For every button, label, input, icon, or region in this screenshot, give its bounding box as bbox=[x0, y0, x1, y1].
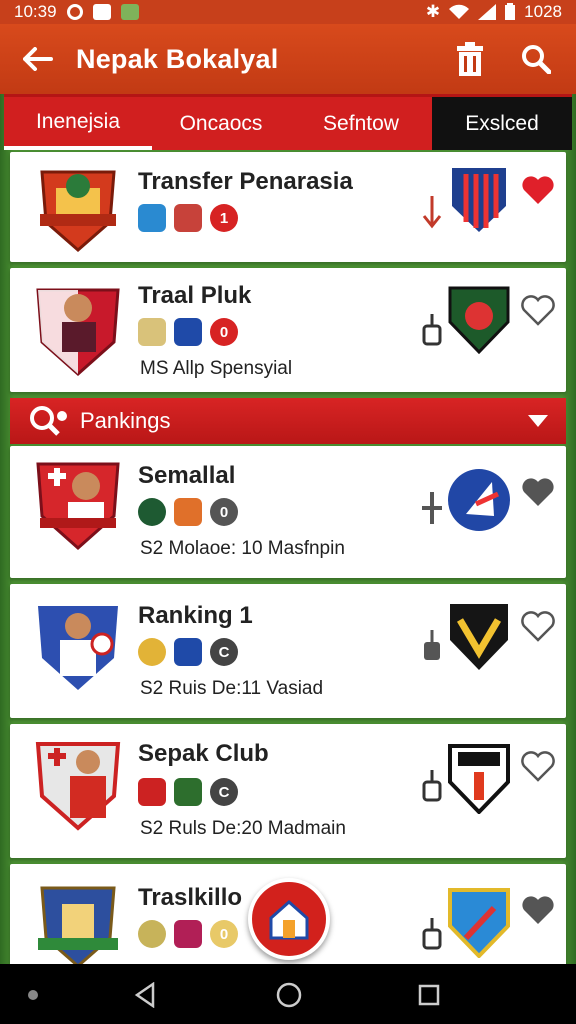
search-pin-icon bbox=[30, 406, 67, 436]
heart-icon[interactable] bbox=[520, 292, 556, 328]
tab-inenejsia[interactable]: Inenejsia bbox=[4, 97, 152, 150]
card-title: Traslkillo bbox=[138, 884, 243, 911]
tab-sefntow[interactable]: Sefntow bbox=[290, 97, 432, 150]
heart-icon[interactable] bbox=[520, 892, 556, 928]
notification-icon bbox=[66, 4, 83, 20]
nav-dot-icon bbox=[28, 990, 38, 1000]
page-title: Nepak Bokalyal bbox=[76, 43, 279, 74]
app-notification-icon bbox=[92, 4, 111, 20]
crest-badge-icon bbox=[174, 204, 202, 232]
heart-icon[interactable] bbox=[520, 608, 556, 644]
lever-icon[interactable] bbox=[418, 194, 446, 230]
status-time: 10:39 bbox=[14, 2, 57, 21]
club-logo-icon bbox=[448, 469, 510, 531]
bluetooth-icon: ✱ bbox=[425, 2, 441, 21]
app-bar: Nepak Bokalyal bbox=[0, 24, 576, 94]
trash-icon bbox=[457, 42, 483, 76]
nav-back-button[interactable] bbox=[128, 980, 162, 1010]
card-title: Sepak Club bbox=[138, 740, 269, 767]
list-item[interactable]: Semallal 0 S2 Molaoe: 10 Masfnpin bbox=[10, 446, 566, 578]
heart-icon[interactable] bbox=[520, 172, 556, 208]
section-title: Pankings bbox=[80, 408, 171, 433]
emblem-badge-icon bbox=[138, 920, 166, 948]
battery-level: 1028 bbox=[524, 2, 562, 21]
chevron-down-icon[interactable] bbox=[526, 413, 550, 429]
count-badge: 1 bbox=[210, 204, 238, 232]
card-subtitle: S2 Ruls De:20 Madmain bbox=[140, 818, 346, 839]
lever-icon[interactable] bbox=[418, 490, 446, 526]
status-bar: 10:39 ✱ 1028 bbox=[0, 0, 576, 24]
club-crest-icon bbox=[38, 886, 118, 968]
club-logo-icon bbox=[448, 286, 510, 354]
list-item[interactable]: Ranking 1 C S2 Ruis De:11 Vasiad bbox=[10, 584, 566, 718]
tab-bar: Inenejsia Oncaocs Sefntow Exslced bbox=[4, 94, 572, 150]
club-crest-icon bbox=[40, 170, 116, 252]
section-header[interactable]: Pankings bbox=[10, 398, 566, 444]
card-title: Traal Pluk bbox=[138, 282, 252, 309]
list-item[interactable]: Transfer Penarasia 1 bbox=[10, 152, 566, 262]
circle-home-icon bbox=[276, 982, 302, 1008]
arrow-left-icon bbox=[23, 47, 53, 71]
nav-home-button[interactable] bbox=[272, 980, 306, 1010]
count-badge: C bbox=[210, 778, 238, 806]
club-logo-icon bbox=[448, 744, 510, 814]
list-item[interactable]: Sepak Club C S2 Ruls De:20 Madmain bbox=[10, 724, 566, 858]
search-button[interactable] bbox=[514, 37, 558, 81]
club-logo-icon bbox=[450, 604, 508, 670]
lever-icon[interactable] bbox=[418, 628, 446, 664]
count-badge: 0 bbox=[210, 920, 238, 948]
club-logo-icon bbox=[452, 168, 506, 232]
player-crest-icon bbox=[35, 742, 121, 831]
card-title: Ranking 1 bbox=[138, 602, 253, 629]
triangle-back-icon bbox=[134, 982, 155, 1008]
lever-icon[interactable] bbox=[418, 916, 446, 952]
delete-button[interactable] bbox=[448, 37, 492, 81]
card-title: Semallal bbox=[138, 462, 236, 489]
card-subtitle: S2 Molaoe: 10 Masfnpin bbox=[140, 538, 345, 559]
count-badge: 0 bbox=[210, 318, 238, 346]
count-badge: 0 bbox=[210, 498, 238, 526]
wifi-icon bbox=[449, 4, 470, 19]
lever-icon[interactable] bbox=[418, 768, 446, 804]
image-notification-icon bbox=[120, 4, 139, 20]
home-icon bbox=[269, 899, 309, 940]
square-recents-icon bbox=[418, 984, 440, 1006]
emblem-badge-icon bbox=[138, 638, 166, 666]
emblem-badge-icon bbox=[138, 498, 166, 526]
card-title: Transfer Penarasia bbox=[138, 168, 353, 195]
count-badge: C bbox=[210, 638, 238, 666]
player-crest-icon bbox=[36, 462, 120, 551]
shield-badge-icon bbox=[174, 778, 202, 806]
crest-badge-icon bbox=[174, 498, 202, 526]
signal-icon bbox=[478, 4, 497, 20]
search-icon bbox=[522, 45, 551, 74]
system-nav-bar bbox=[0, 964, 576, 1024]
heart-icon[interactable] bbox=[520, 748, 556, 784]
tab-exslced[interactable]: Exslced bbox=[432, 97, 572, 150]
back-button[interactable] bbox=[0, 24, 76, 94]
lever-icon[interactable] bbox=[418, 312, 446, 348]
shield-badge-icon bbox=[174, 638, 202, 666]
crest-badge-icon bbox=[174, 920, 202, 948]
shield-badge-icon bbox=[174, 318, 202, 346]
crest-badge-icon bbox=[138, 778, 166, 806]
club-logo-icon bbox=[448, 888, 510, 958]
player-crest-icon bbox=[38, 606, 118, 690]
shield-badge-icon bbox=[138, 204, 166, 232]
tab-oncaocs[interactable]: Oncaocs bbox=[152, 97, 290, 150]
home-fab-button[interactable] bbox=[248, 878, 330, 960]
nav-recents-button[interactable] bbox=[412, 980, 446, 1010]
card-subtitle: S2 Ruis De:11 Vasiad bbox=[140, 678, 324, 699]
battery-icon bbox=[505, 3, 516, 20]
emblem-badge-icon bbox=[138, 318, 166, 346]
player-crest-icon bbox=[36, 288, 120, 376]
list-item[interactable]: Traal Pluk 0 MS Allp Spensyial bbox=[10, 268, 566, 392]
heart-icon[interactable] bbox=[520, 474, 556, 510]
card-subtitle: MS Allp Spensyial bbox=[140, 358, 293, 379]
